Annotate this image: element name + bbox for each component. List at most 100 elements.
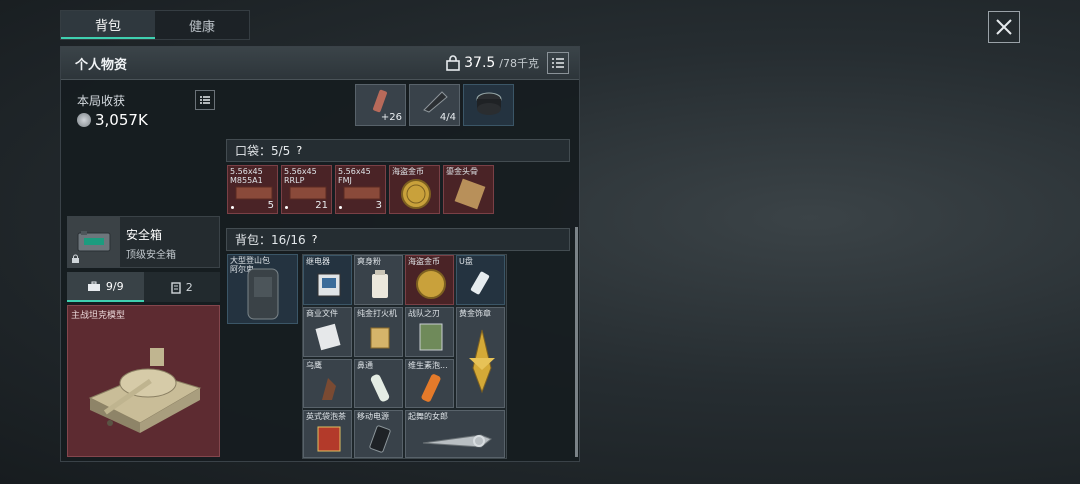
backpack-item-business-docs[interactable]: 商业文件 [303,307,352,357]
inventory-grid-area: +26 4/4 口袋：5/5 ? 5.56x45 M855A1 5 5.56x4… [226,84,572,459]
vitamin-tube-icon [421,374,441,402]
item-label: 鎏金头骨 [446,167,478,176]
backpack-item-gold-lighter[interactable]: 纯金打火机 [354,307,403,357]
gold-badge-icon [469,329,495,394]
tool-icon [423,91,448,113]
tank-model-label: 主战坦克模型 [71,311,126,321]
harvest-list-button[interactable] [195,90,215,110]
item-label: 起舞的女郎 [408,412,448,421]
tank-model-slot[interactable]: 主战坦克模型 [67,305,220,457]
item-label: 英式袋泡茶 [306,412,346,421]
item-label: 黄金饰章 [459,309,491,318]
pocket-item-3[interactable]: 5.56x45 FMJ 3 [335,165,386,214]
pocket-title: 口袋：5/5 [235,144,291,158]
backpack-item-powder[interactable]: 爽身粉 [354,255,403,305]
sort-list-button[interactable] [547,52,569,74]
item-label: 5.56x45 FMJ [338,167,371,185]
backpack-item-power-bank[interactable]: 移动电源 [354,410,403,458]
tab-backpack[interactable]: 背包 [61,11,155,39]
backpack-container[interactable]: 大型登山包 阿尔卑 [227,254,298,324]
top-tabs: 背包 健康 [60,10,250,40]
item-stimulant[interactable]: +26 [355,84,406,126]
gold-coin-icon [401,179,431,209]
safe-box-subtitle: 顶级安全箱 [126,250,176,261]
backpack-item-pirate-coin[interactable]: 海盗金币 [405,255,454,305]
harvest-label: 本局收获 [77,94,126,108]
inventory-scrollbar[interactable] [575,227,578,457]
backpack-section-header: 背包：16/16 ? [226,228,570,251]
pocket-item-5[interactable]: 鎏金头骨 [443,165,494,214]
backpack-item-dancing-lady[interactable]: 起舞的女郎 [405,410,505,458]
item-count: 4/4 [439,112,456,123]
weight-icon [446,55,460,71]
backpack-help-icon[interactable]: ? [312,233,318,246]
card-icon [419,323,443,351]
item-label: 乌鹰 [306,361,322,370]
item-label: 维生素泡... [408,361,448,370]
item-label: 战队之刃 [408,309,440,318]
item-tape[interactable] [463,84,514,126]
close-button[interactable] [988,11,1020,43]
lighter-icon [370,327,390,349]
item-label: 纯金打火机 [357,309,397,318]
backpack-item-gold-badge[interactable]: 黄金饰章 [456,307,505,408]
safe-box-name: 安全箱 [126,228,163,242]
backpack-item-relay[interactable]: 继电器 [303,255,352,305]
item-count: 3 [375,200,382,211]
item-label: 5.56x45 RRLP [284,167,317,185]
pocket-help-icon[interactable]: ? [296,144,302,157]
pocket-section-header: 口袋：5/5 ? [226,139,570,162]
backpack-item-tea[interactable]: 英式袋泡茶 [303,410,352,458]
harvest-value: 3,057K [95,111,148,129]
case-icon [171,281,181,294]
weight-max: /78千克 [499,57,539,70]
quality-dot [285,206,288,209]
documents-icon [315,323,341,351]
item-label: 鼻通 [357,361,373,370]
lock-icon [72,254,79,263]
pocket-item-4[interactable]: 海盗金币 [389,165,440,214]
tea-box-icon [317,426,341,452]
item-label: 海盗金币 [408,257,440,266]
quality-dot [231,206,234,209]
item-label: 商业文件 [306,309,338,318]
item-label: 移动电源 [357,412,389,421]
backpack-icon [247,268,279,320]
tab-toolbox[interactable]: 9/9 [67,272,144,302]
pocket-item-1[interactable]: 5.56x45 M855A1 5 [227,165,278,214]
backpack-item-eagle[interactable]: 乌鹰 [303,359,352,408]
safe-box-icon [68,217,120,267]
backpack-item-team-blade[interactable]: 战队之刃 [405,307,454,357]
weight-current: 37.5 [464,55,496,71]
tank-model-icon [88,348,202,433]
usb-drive-icon [470,271,490,295]
tab-case[interactable]: 2 [144,272,221,302]
relay-icon [317,273,341,297]
tab-health[interactable]: 健康 [155,11,249,39]
powder-bottle-icon [372,270,388,298]
panel-title: 个人物资 [75,57,128,73]
inhaler-icon [370,374,390,402]
currency-icon [77,113,91,127]
close-icon [996,19,1012,35]
toolbox-icon [87,281,100,291]
backpack-item-usb[interactable]: U盘 [456,255,505,305]
harvest-value-row: 3,057K [77,111,148,129]
gold-coin-icon [416,269,446,299]
container-tabs: 9/9 2 [67,272,220,302]
pocket-item-2[interactable]: 5.56x45 RRLP 21 [281,165,332,214]
case-count: 2 [185,280,193,294]
item-label: 爽身粉 [357,257,381,266]
eagle-figurine-icon [322,378,336,400]
item-label: 继电器 [306,257,330,266]
harvest-box: 本局收获 3,057K [67,84,220,214]
dancing-lady-icon [422,434,492,448]
item-tool[interactable]: 4/4 [409,84,460,126]
safe-box-slot[interactable]: 安全箱 顶级安全箱 [67,216,220,268]
weight-display: 37.5 /78千克 [446,55,539,71]
tape-roll-icon [476,92,502,115]
backpack-item-vitamin[interactable]: 维生素泡... [405,359,454,408]
backpack-item-nasal-inhaler[interactable]: 鼻通 [354,359,403,408]
list-icon [552,58,564,68]
item-label: 5.56x45 M855A1 [230,167,263,185]
